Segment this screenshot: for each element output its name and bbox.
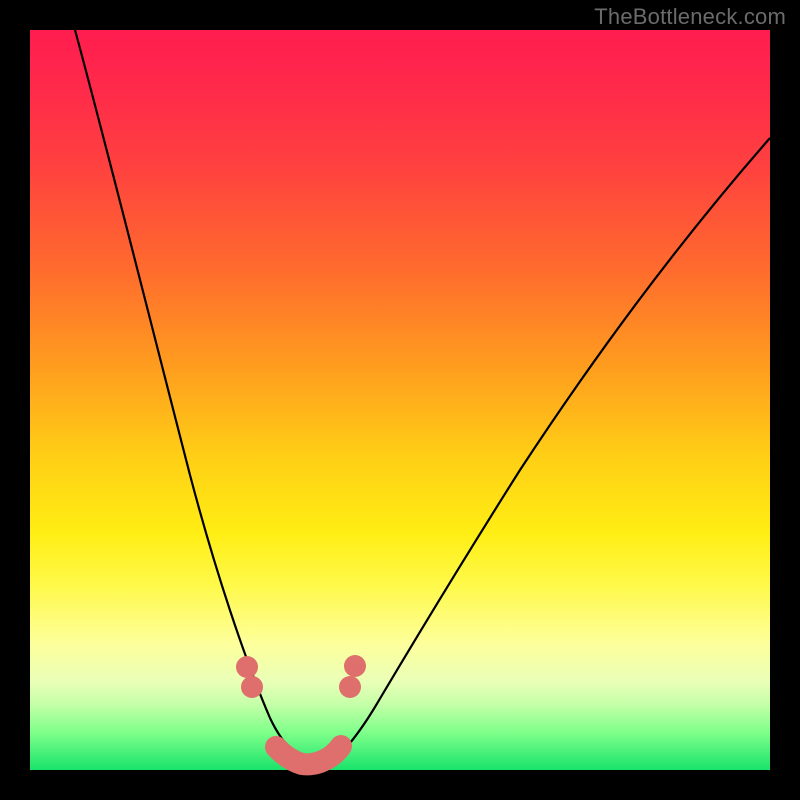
marker-dot: [241, 676, 263, 698]
left-curve: [75, 30, 322, 767]
bottom-pill: [276, 746, 341, 764]
watermark-text: TheBottleneck.com: [594, 4, 786, 30]
marker-dot: [236, 656, 258, 678]
marker-dot: [339, 676, 361, 698]
marker-dot: [344, 655, 366, 677]
gradient-plot-area: [30, 30, 770, 770]
chart-frame: TheBottleneck.com: [0, 0, 800, 800]
curve-layer: [30, 30, 770, 770]
right-curve: [322, 138, 770, 767]
